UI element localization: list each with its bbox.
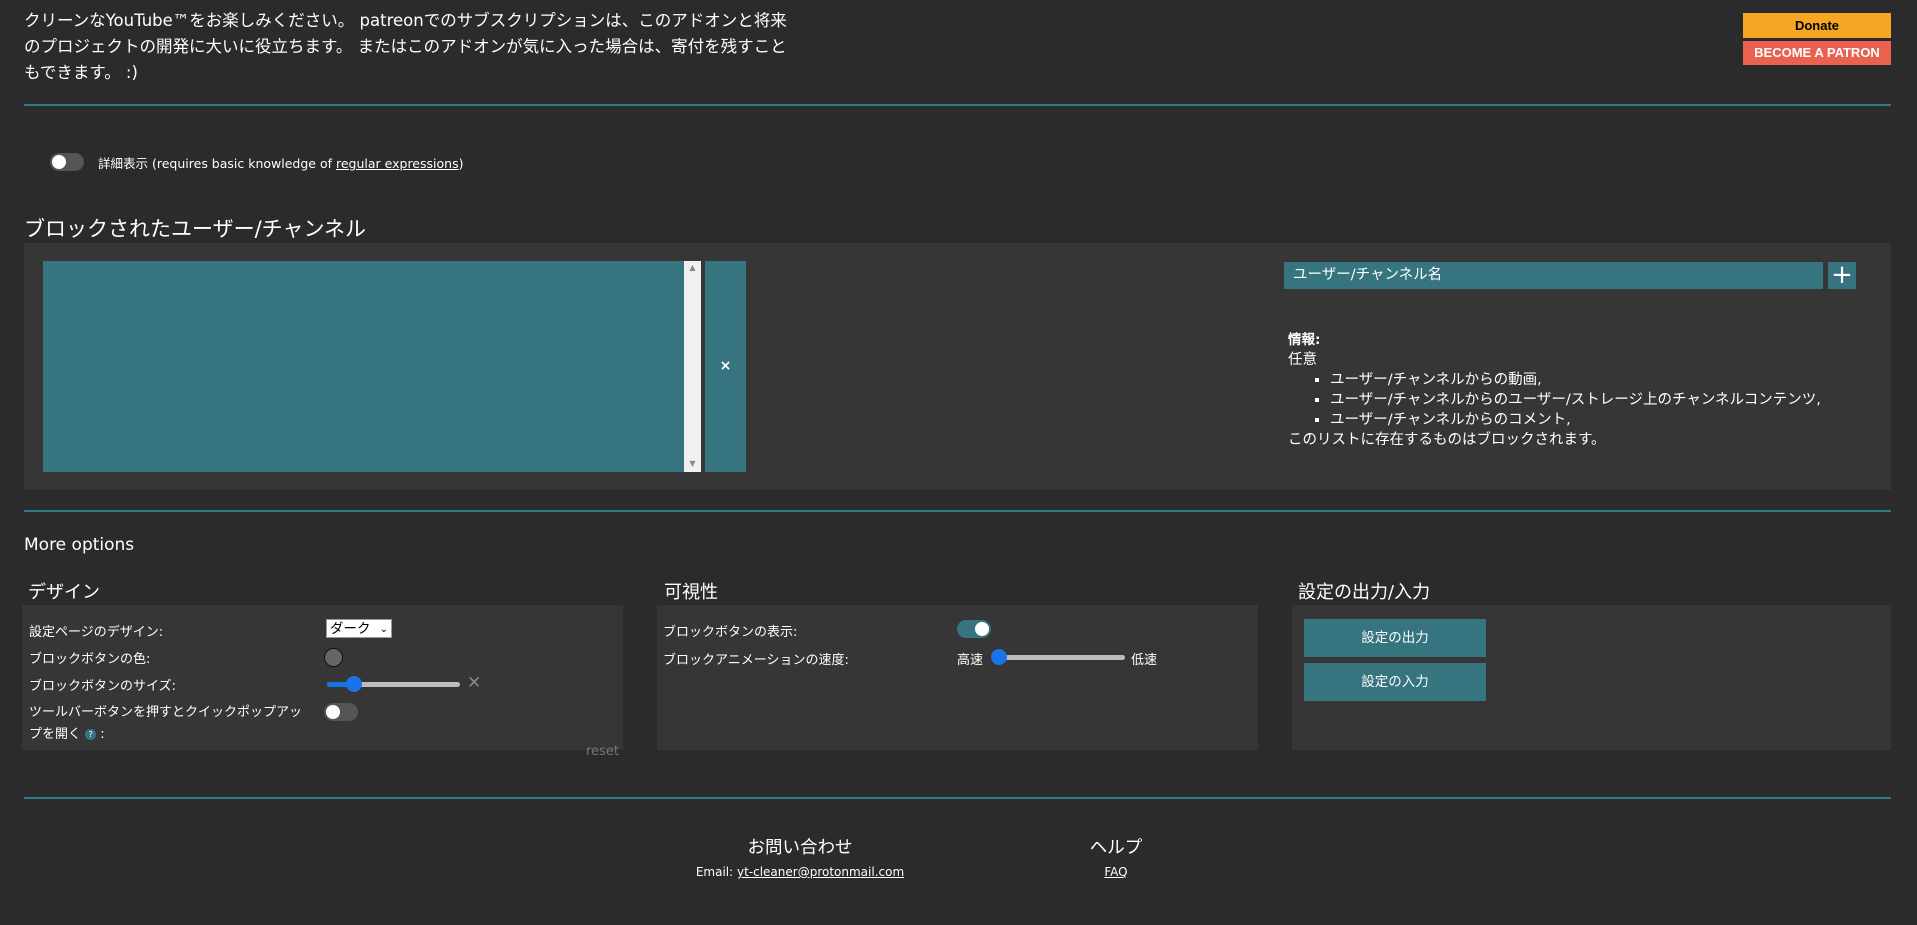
advanced-note-prefix: (requires basic knowledge of	[152, 156, 336, 171]
scroll-thumb[interactable]	[686, 279, 699, 453]
reset-link[interactable]: reset	[586, 744, 619, 759]
advanced-note-suffix: )	[458, 156, 464, 171]
quick-popup-toggle[interactable]	[324, 703, 358, 721]
reset-size-icon[interactable]: ✕	[467, 673, 481, 693]
slider-thumb[interactable]	[991, 649, 1007, 665]
info-item: ユーザー/チャンネルからのコメント,	[1330, 410, 1868, 430]
slider-track[interactable]	[992, 655, 1125, 660]
toggle-knob	[326, 705, 340, 719]
button-color-picker[interactable]	[324, 648, 343, 667]
remove-selected-button[interactable]: ×	[705, 261, 746, 472]
anim-speed-label: ブロックアニメーションの速度:	[663, 653, 849, 668]
divider	[24, 104, 1891, 106]
add-channel-button[interactable]: +	[1828, 262, 1856, 289]
advanced-label: 詳細表示	[98, 156, 149, 171]
show-button-toggle[interactable]	[957, 620, 991, 638]
button-size-label: ブロックボタンのサイズ:	[29, 679, 176, 694]
export-import-title: 設定の出力/入力	[1298, 582, 1431, 603]
blocked-list-scrollbar[interactable]: ▲ ▼	[684, 261, 701, 472]
page-design-value: ダーク	[330, 621, 371, 637]
anim-fast-label: 高速	[957, 653, 984, 668]
contact-title: お問い合わせ	[747, 838, 853, 858]
quick-popup-label: ツールバーボタンを押すとクイックポップアッ プを開く ? :	[29, 702, 319, 746]
info-item: ユーザー/チャンネルからの動画,	[1330, 370, 1868, 390]
advanced-mode-toggle[interactable]	[50, 153, 84, 171]
faq-wrapper: FAQ	[1066, 865, 1166, 879]
intro-text: クリーンなYouTube™をお楽しみください。 patreonでのサブスクリプシ…	[24, 11, 787, 82]
become-patron-button[interactable]: BECOME A PATRON	[1743, 41, 1891, 65]
help-title: ヘルプ	[1089, 838, 1143, 858]
show-button-label: ブロックボタンの表示:	[663, 625, 798, 640]
info-intro: 任意	[1288, 352, 1317, 368]
visibility-title: 可視性	[664, 582, 718, 603]
channel-name-input[interactable]	[1284, 262, 1823, 289]
info-list: ユーザー/チャンネルからの動画, ユーザー/チャンネルからのユーザー/ストレージ…	[1288, 370, 1868, 430]
faq-link[interactable]: FAQ	[1104, 865, 1127, 879]
donate-button[interactable]: Donate	[1743, 13, 1891, 38]
quick-popup-label-line1: ツールバーボタンを押すとクイックポップアッ	[29, 705, 303, 720]
help-icon[interactable]: ?	[85, 729, 97, 740]
email-link[interactable]: yt-cleaner@protonmail.com	[737, 865, 904, 879]
contact-email: Email: yt-cleaner@protonmail.com	[650, 865, 950, 879]
toggle-knob	[52, 155, 66, 169]
button-color-label: ブロックボタンの色:	[29, 652, 151, 667]
info-outro: このリストに存在するものはブロックされます。	[1288, 432, 1606, 448]
scroll-down-icon[interactable]: ▼	[684, 459, 701, 468]
page-design-label: 設定ページのデザイン:	[29, 625, 164, 640]
slider-thumb[interactable]	[346, 676, 362, 692]
info-title: 情報:	[1288, 332, 1321, 348]
import-settings-button[interactable]: 設定の入力	[1304, 663, 1486, 701]
chevron-down-icon: ⌄	[379, 624, 388, 635]
info-item: ユーザー/チャンネルからのユーザー/ストレージ上のチャンネルコンテンツ,	[1330, 390, 1868, 410]
design-title: デザイン	[28, 582, 100, 603]
divider	[24, 797, 1891, 799]
scroll-up-icon[interactable]: ▲	[684, 263, 701, 272]
blocked-section-title: ブロックされたユーザー/チャンネル	[24, 217, 367, 241]
blocked-list[interactable]	[43, 261, 684, 472]
advanced-mode-label: 詳細表示 (requires basic knowledge of regula…	[98, 153, 463, 172]
toggle-knob	[975, 622, 989, 636]
more-options-title: More options	[24, 535, 135, 555]
export-settings-button[interactable]: 設定の出力	[1304, 619, 1486, 657]
info-box: 情報: 任意 ユーザー/チャンネルからの動画, ユーザー/チャンネルからのユーザ…	[1288, 330, 1868, 450]
page-design-select[interactable]: ダーク ⌄	[326, 619, 392, 638]
regex-link[interactable]: regular expressions	[336, 156, 459, 171]
email-prefix: Email:	[695, 865, 737, 879]
divider	[24, 510, 1891, 512]
anim-slow-label: 低速	[1131, 653, 1158, 668]
quick-popup-colon: :	[100, 727, 105, 742]
quick-popup-label-line2: プを開く	[29, 727, 82, 742]
